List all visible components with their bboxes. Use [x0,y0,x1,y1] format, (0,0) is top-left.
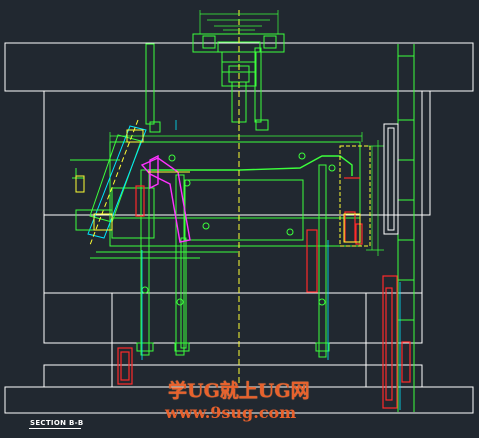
watermark-title: 学UG就上UG网 [168,380,310,402]
mold-section-drawing [4,10,474,414]
support-pin-center [306,229,318,293]
ejector-pin-3 [318,164,327,358]
cooling-plug-left [117,347,133,385]
ring-screw-left [202,35,216,49]
red-pin-right-1 [344,211,356,243]
lifter-cylinder [87,125,147,239]
red-pin-right-2 [355,223,363,245]
red-bar-right-tall [382,275,398,409]
right-plate-block [383,123,399,235]
red-slot [135,185,145,217]
cad-drawing-canvas: 学UG就上UG网 www.9sug.com SECTION B-B [0,0,479,438]
core-block [184,179,304,241]
slide-body-left [111,187,155,239]
red-pin-far-right [401,341,411,383]
hole-2 [298,152,306,160]
angled-lifter [70,119,147,246]
pin-marker-1 [176,298,184,306]
section-label-underline [29,428,81,429]
hole-1 [168,154,176,162]
pin-head-2 [174,342,190,352]
section-label: SECTION B-B [30,419,84,427]
cooling-plug-left-inner [120,351,130,381]
pin-marker-3 [141,286,149,294]
cavity-insert [109,141,361,247]
pin-head-3 [315,342,330,352]
support-plate [43,292,423,344]
pin-head-1 [136,342,154,352]
lifter-axis [89,119,139,246]
b-plate [43,214,423,294]
side-dimensions [109,132,384,256]
red-bar-right-tall-inner [385,287,393,401]
a-plate [43,90,423,216]
hole-6 [328,164,336,172]
guide-pin-top-left [145,43,155,125]
pin-marker-2 [318,298,326,306]
hole-3 [202,222,210,230]
hole-4 [286,228,294,236]
ring-screw-right [263,35,277,49]
watermark-url: www.9sug.com [165,403,297,422]
right-side-strip [421,90,431,216]
locating-ring-assembly [192,10,285,125]
